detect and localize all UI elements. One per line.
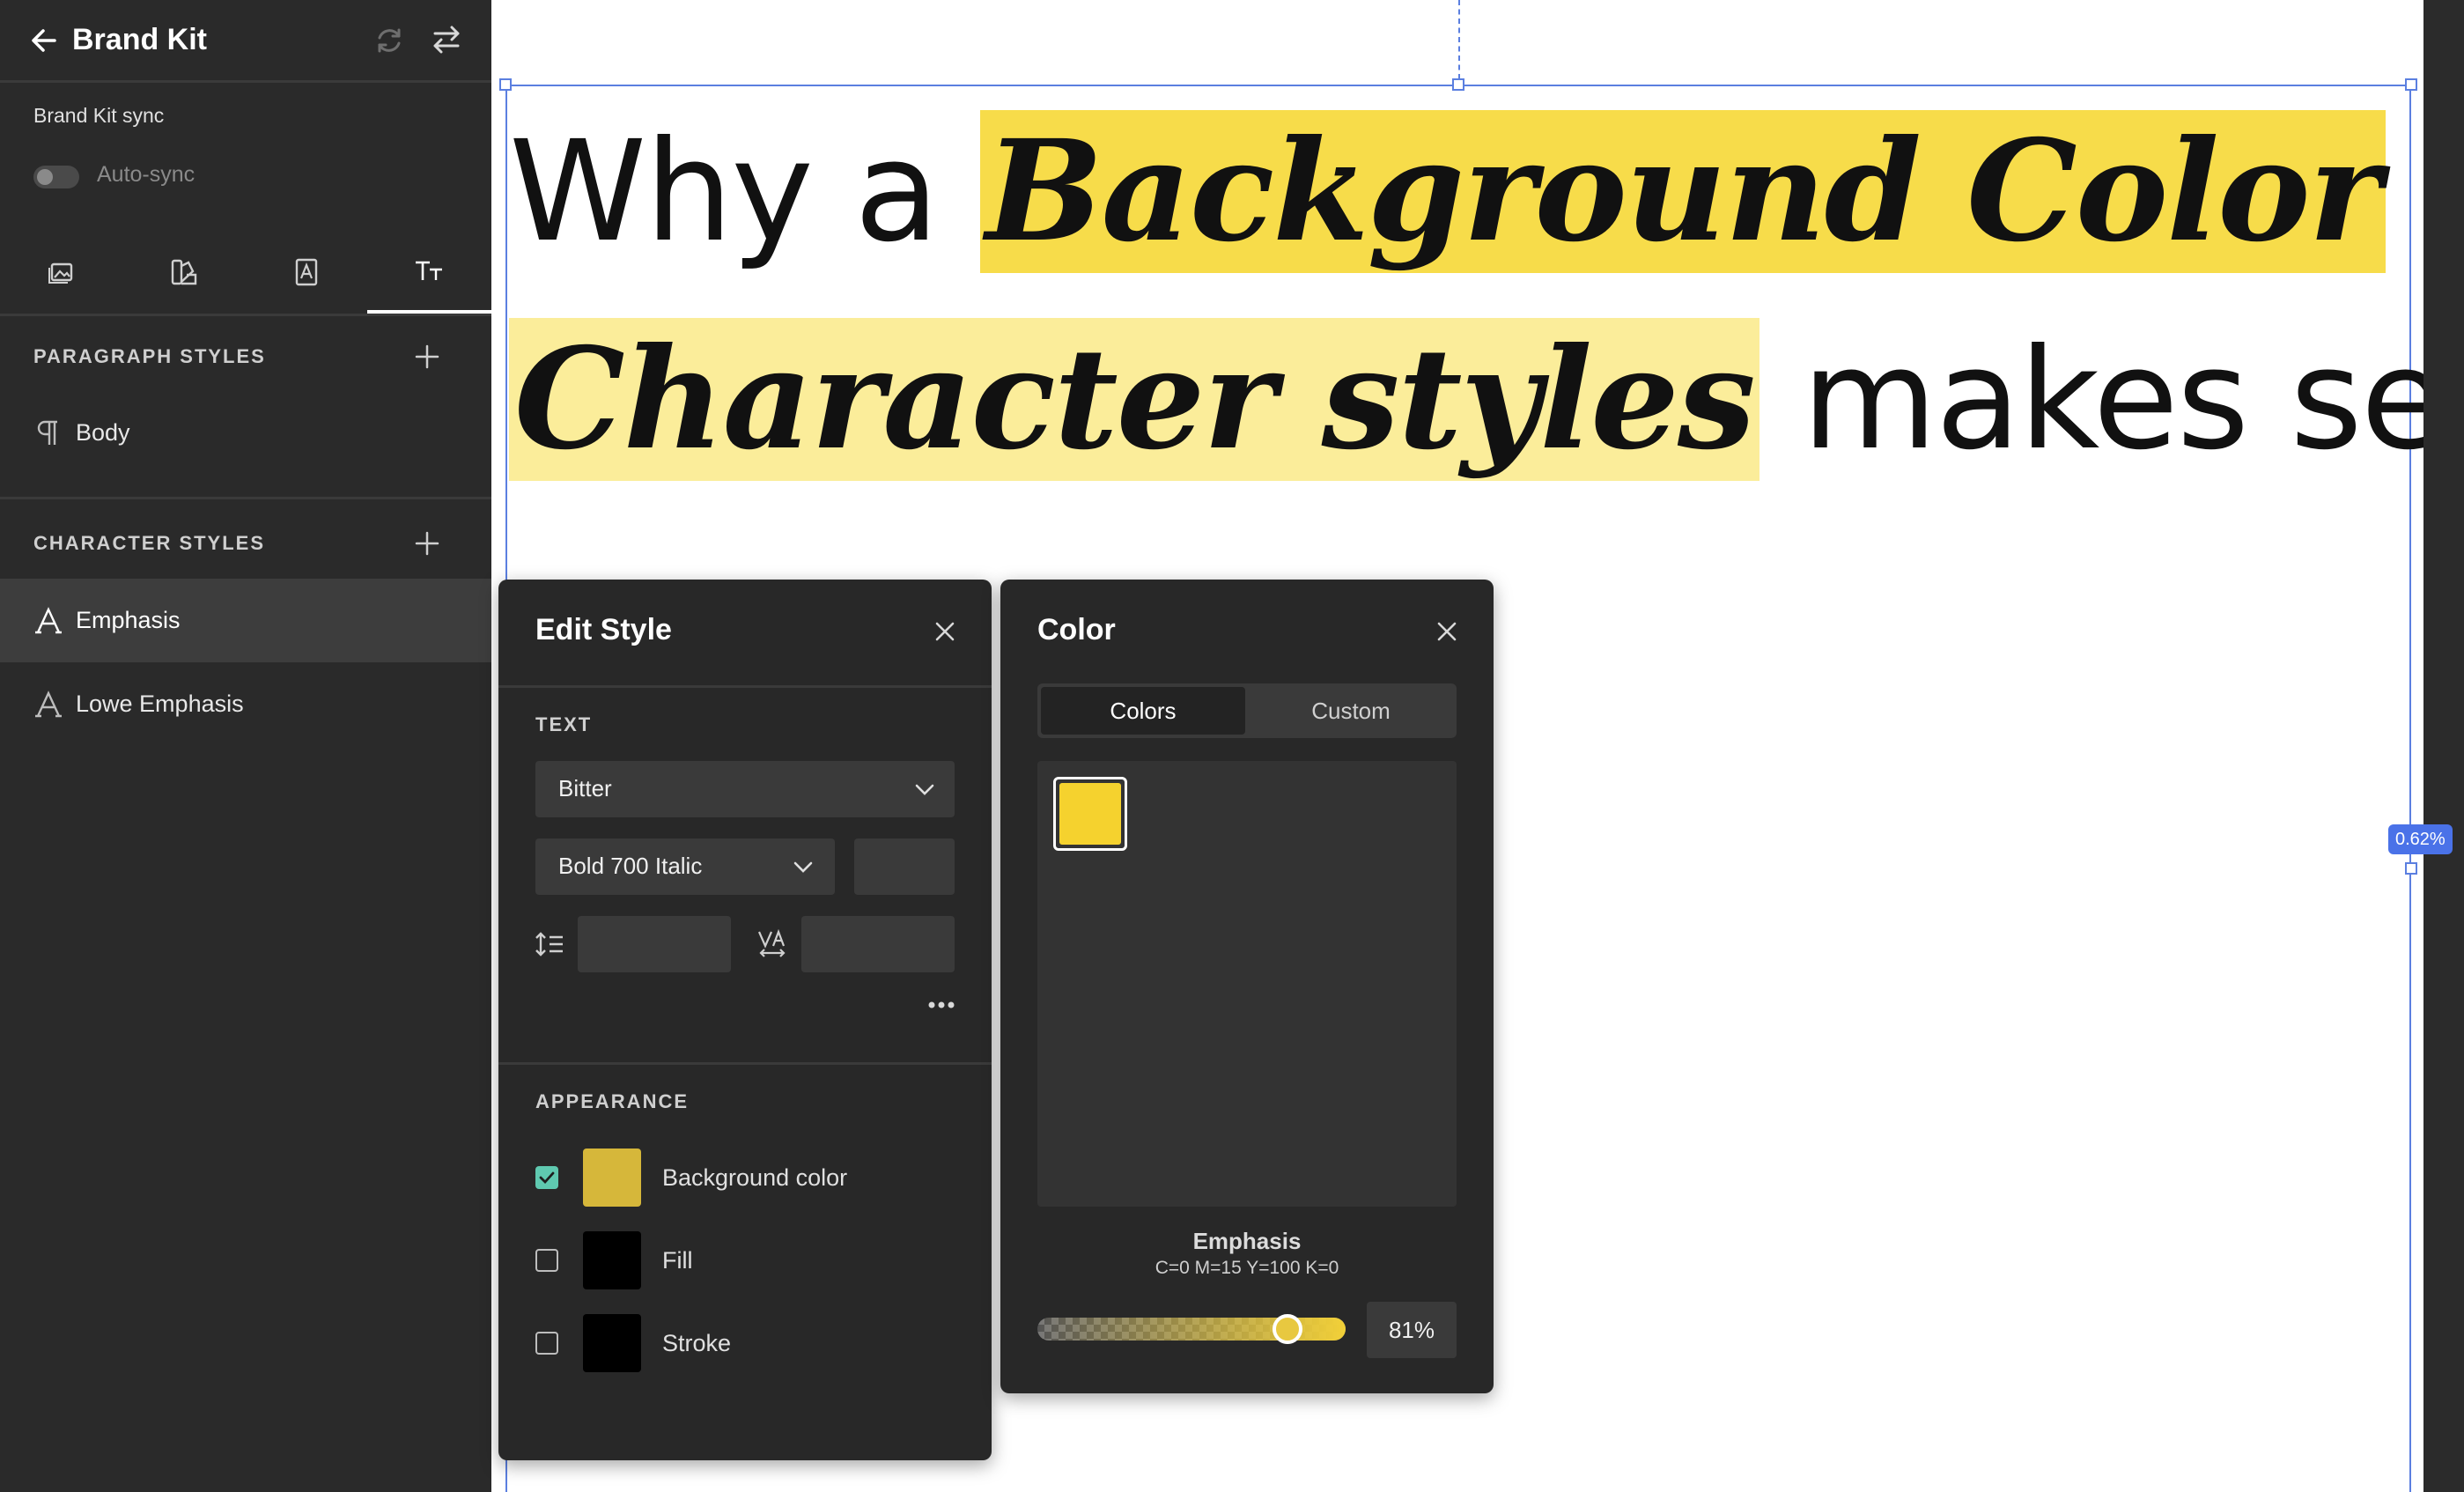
swap-icon[interactable] — [428, 21, 465, 58]
font-family-select[interactable]: Bitter — [535, 761, 955, 817]
letter-a-icon — [35, 690, 62, 717]
headline-segment: makes sense! — [1802, 319, 2423, 481]
style-label: Emphasis — [76, 607, 181, 633]
background-color-checkbox[interactable] — [535, 1166, 558, 1189]
opacity-input[interactable]: 81% — [1367, 1302, 1457, 1358]
color-mode-tabs: Colors Custom — [1037, 683, 1457, 738]
close-icon[interactable] — [932, 618, 958, 645]
tab-colors[interactable] — [122, 231, 245, 314]
stroke-label: Stroke — [662, 1330, 732, 1356]
auto-sync-toggle[interactable] — [33, 166, 79, 188]
brand-kit-tabs — [0, 231, 491, 316]
divider — [0, 497, 491, 499]
tab-text-styles[interactable] — [367, 231, 491, 314]
divider — [498, 1062, 992, 1065]
color-values: C=0 M=15 Y=100 K=0 — [1155, 1258, 1339, 1278]
logo-icon — [295, 258, 317, 286]
close-icon[interactable] — [1434, 618, 1460, 645]
font-family-value: Bitter — [558, 775, 612, 801]
paragraph-style-body[interactable]: Body — [0, 391, 491, 475]
tracking-icon — [757, 928, 786, 957]
appearance-heading: APPEARANCE — [535, 1090, 690, 1112]
tracking-input[interactable] — [801, 916, 955, 972]
palette-icon — [171, 259, 196, 285]
sidebar-header: Brand Kit — [0, 0, 491, 83]
stroke-checkbox[interactable] — [535, 1332, 558, 1355]
chevron-down-icon — [915, 784, 934, 795]
back-arrow-icon[interactable] — [26, 23, 62, 58]
more-options-icon[interactable] — [926, 999, 956, 1011]
auto-sync-label: Auto-sync — [97, 162, 195, 187]
refresh-icon[interactable] — [372, 23, 407, 58]
fill-checkbox[interactable] — [535, 1249, 558, 1272]
text-styles-icon — [415, 261, 442, 280]
pilcrow-icon — [37, 420, 57, 445]
tab-images[interactable] — [0, 231, 122, 314]
swatch-fill — [1059, 783, 1121, 845]
brand-kit-sync-label: Brand Kit sync — [33, 104, 165, 127]
toggle-knob — [37, 169, 53, 185]
tab-colors[interactable]: Colors — [1041, 687, 1245, 735]
text-heading: TEXT — [535, 713, 593, 735]
fill-swatch[interactable] — [583, 1231, 641, 1289]
headline-segment: on — [2386, 111, 2423, 273]
character-styles-heading: CHARACTER STYLES — [33, 532, 266, 554]
sidebar-title: Brand Kit — [72, 23, 207, 56]
opacity-slider-thumb[interactable] — [1272, 1314, 1302, 1344]
panel-title: Edit Style — [535, 613, 672, 646]
measurement-badge: 0.62% — [2388, 824, 2453, 854]
character-style-lowe-emphasis[interactable]: Lowe Emphasis — [0, 662, 491, 746]
color-swatch-grid — [1037, 761, 1457, 1207]
fill-label: Fill — [662, 1247, 693, 1274]
background-color-label: Background color — [662, 1164, 848, 1191]
emphasis-highlight: Background Color — [980, 110, 2386, 273]
divider — [498, 685, 992, 688]
leading-icon — [535, 932, 563, 957]
headline-line-1: Why a Background Color on — [509, 88, 2423, 296]
color-name: Emphasis — [1192, 1228, 1302, 1254]
brand-kit-sidebar: Brand Kit Brand Kit sync Auto-sync PARAG… — [0, 0, 491, 1492]
headline-line-2: Character styles makes sense! — [509, 296, 2423, 504]
add-paragraph-style-icon[interactable] — [414, 343, 440, 370]
tab-custom[interactable]: Custom — [1249, 687, 1453, 735]
edit-style-panel: Edit Style TEXT Bitter Bold 700 Italic A… — [498, 580, 992, 1460]
image-icon — [48, 262, 72, 284]
emphasis-highlight-light: Character styles — [509, 318, 1759, 481]
center-guide — [1458, 0, 1460, 79]
font-style-value: Bold 700 Italic — [558, 853, 703, 879]
selected-color-swatch[interactable] — [1053, 777, 1127, 851]
style-label: Lowe Emphasis — [76, 691, 244, 717]
font-style-select[interactable]: Bold 700 Italic — [535, 838, 835, 895]
background-color-swatch[interactable] — [583, 1149, 641, 1207]
chevron-down-icon — [793, 861, 813, 873]
resize-handle-right[interactable] — [2405, 862, 2417, 875]
checkmark-icon — [539, 1171, 555, 1185]
paragraph-styles-heading: PARAGRAPH STYLES — [33, 345, 266, 367]
font-size-input[interactable] — [854, 838, 955, 895]
letter-a-icon — [35, 606, 62, 633]
headline-segment: Why a — [509, 111, 981, 273]
panel-title: Color — [1037, 613, 1116, 646]
character-style-emphasis[interactable]: Emphasis — [0, 579, 491, 662]
leading-input[interactable] — [578, 916, 731, 972]
style-label: Body — [76, 419, 130, 446]
canvas-edge — [2423, 0, 2464, 1492]
stroke-swatch[interactable] — [583, 1314, 641, 1372]
tab-logos[interactable] — [245, 231, 367, 314]
add-character-style-icon[interactable] — [414, 530, 440, 557]
